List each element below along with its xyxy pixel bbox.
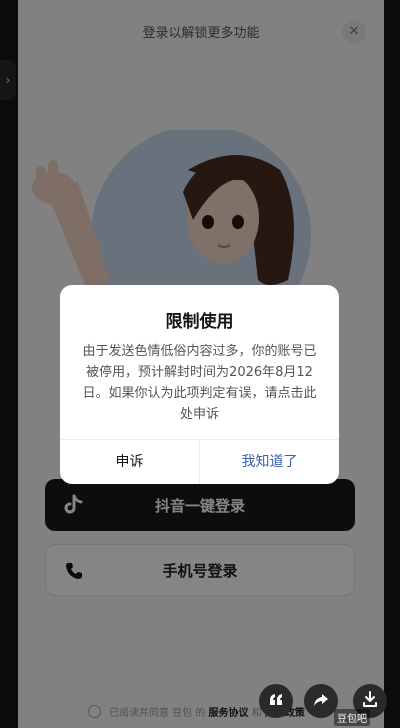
dialog-actions: 申诉 我知道了 bbox=[60, 439, 339, 484]
quote-icon bbox=[268, 692, 284, 711]
share-button[interactable] bbox=[304, 684, 338, 718]
acknowledge-button[interactable]: 我知道了 bbox=[200, 440, 339, 484]
quote-button[interactable] bbox=[259, 684, 293, 718]
dialog-title: 限制使用 bbox=[165, 312, 234, 332]
appeal-button[interactable]: 申诉 bbox=[60, 440, 200, 484]
share-icon bbox=[313, 692, 329, 711]
screen-frame: › 登录以解锁更多功能 ✕ 抖音一键登录 手机号登录 已阅读并同意 豆包 的 服… bbox=[0, 0, 400, 728]
download-icon bbox=[362, 691, 378, 711]
dialog-message: 由于发送色情低俗内容过多，你的账号已被停用，预计解封时间为2026年8月12日。… bbox=[82, 344, 317, 422]
watermark-label: 豆包吧 bbox=[334, 709, 370, 726]
restriction-dialog: 限制使用 由于发送色情低俗内容过多，你的账号已被停用，预计解封时间为2026年8… bbox=[60, 285, 339, 484]
